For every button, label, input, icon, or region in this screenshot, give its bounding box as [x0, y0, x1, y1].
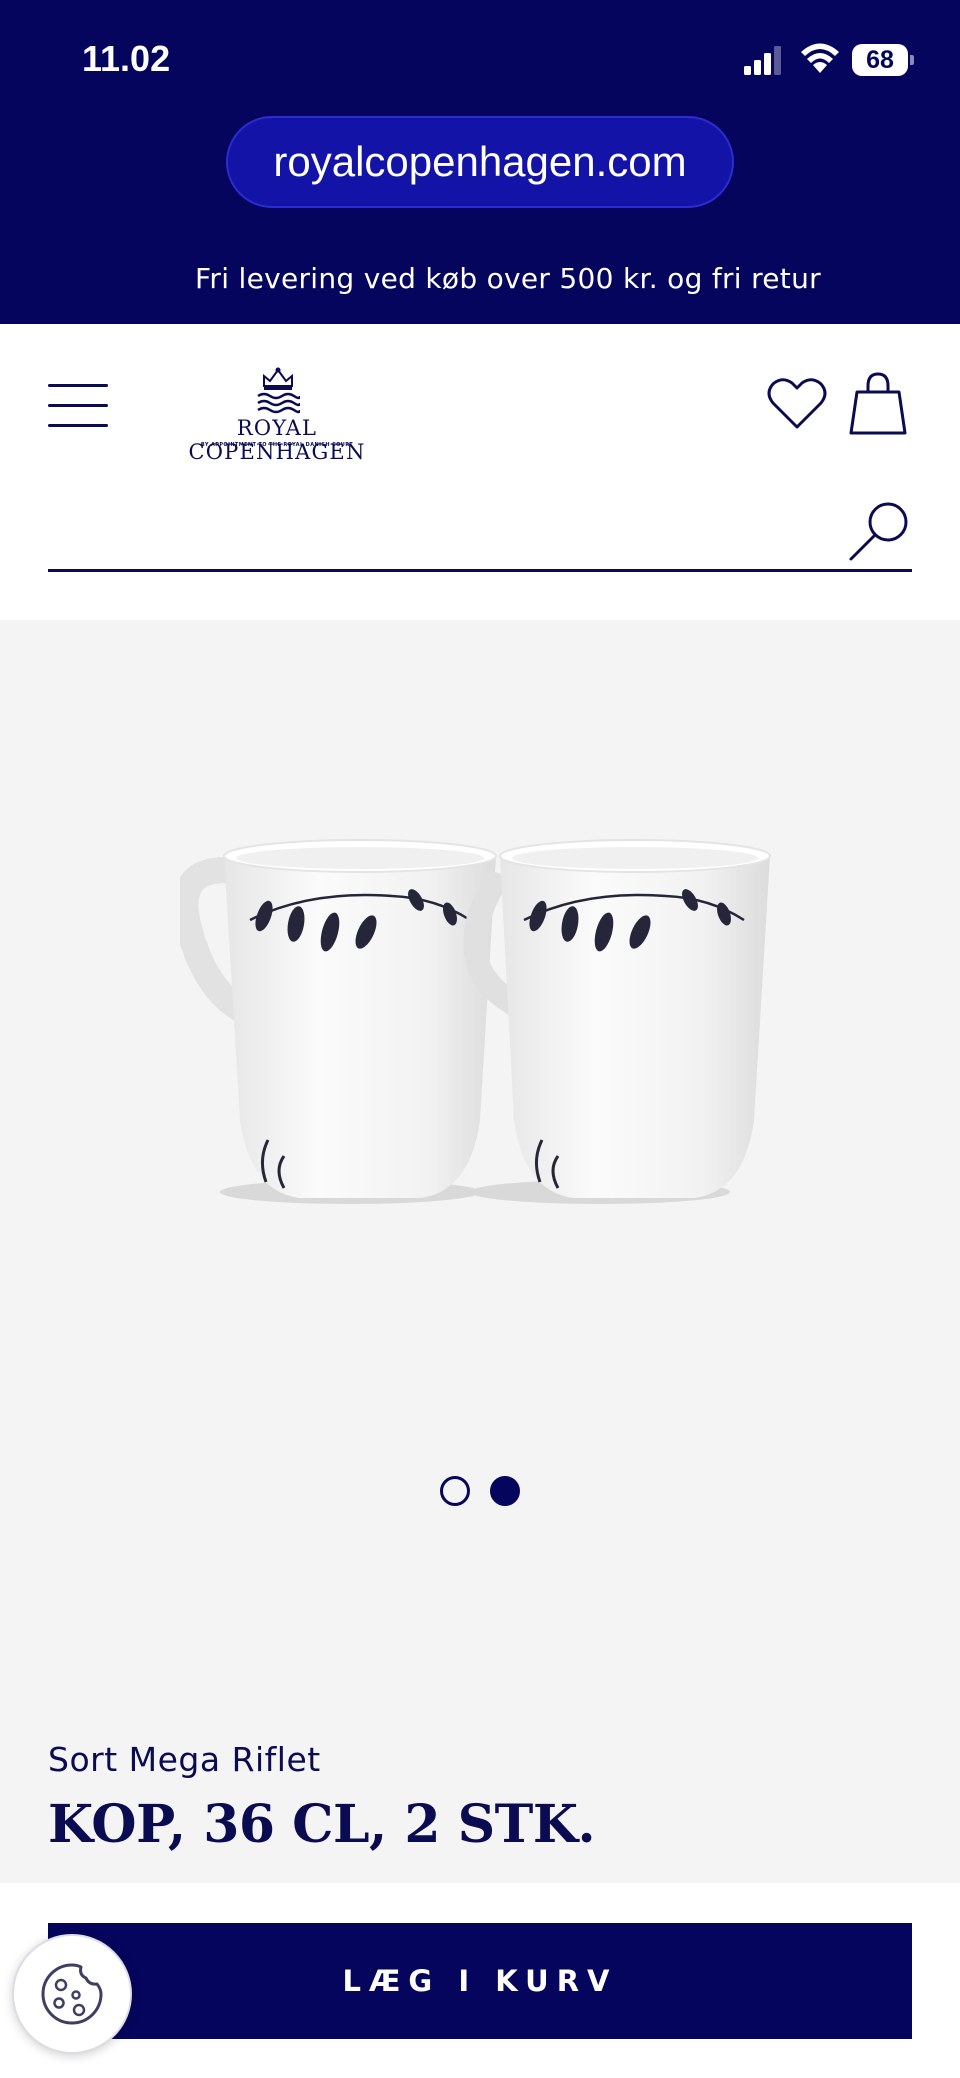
gallery-pagination — [438, 1474, 522, 1508]
search-bar — [48, 490, 912, 572]
product-image[interactable] — [180, 820, 780, 1240]
crown-logo-icon — [257, 367, 300, 414]
brand-logo[interactable]: ROYAL COPENHAGEN BY APPOINTMENT TO THE R… — [146, 366, 408, 464]
purchase-area: LÆG I KURV — [0, 1883, 960, 2078]
top-area: 11.02 68 royalcopenhagen.com Fri leverin… — [0, 0, 960, 324]
signal-icon — [744, 46, 781, 75]
status-time: 11.02 — [82, 38, 171, 79]
product-title: KOP, 36 CL, 2 STK. — [48, 1794, 596, 1855]
address-url: royalcopenhagen.com — [273, 138, 687, 185]
search-input[interactable] — [48, 490, 828, 569]
bag-icon[interactable] — [848, 372, 908, 436]
address-bar[interactable]: royalcopenhagen.com — [226, 116, 734, 208]
cookie-settings-button[interactable] — [12, 1934, 132, 2054]
status-bar: 11.02 68 — [0, 0, 960, 110]
product-gallery[interactable]: Sort Mega Riflet KOP, 36 CL, 2 STK. — [0, 620, 960, 1883]
brand-name: ROYAL COPENHAGEN — [188, 416, 366, 464]
heart-icon[interactable] — [766, 374, 828, 432]
search-icon[interactable] — [848, 500, 910, 562]
menu-icon[interactable] — [48, 382, 108, 428]
add-to-cart-button[interactable]: LÆG I KURV — [48, 1923, 912, 2039]
promo-banner: Fri levering ved køb over 500 kr. og fri… — [195, 262, 821, 295]
site-header: ROYAL COPENHAGEN BY APPOINTMENT TO THE R… — [0, 324, 960, 620]
cookie-icon — [41, 1963, 103, 2025]
battery-level: 68 — [866, 46, 894, 74]
wifi-icon — [801, 43, 839, 73]
gallery-dot-1[interactable] — [440, 1476, 470, 1506]
brand-tagline: BY APPOINTMENT TO THE ROYAL DANISH COURT — [200, 442, 354, 448]
gallery-dot-2-active[interactable] — [490, 1476, 520, 1506]
product-collection[interactable]: Sort Mega Riflet — [48, 1740, 321, 1779]
battery-icon: 68 — [852, 44, 914, 76]
